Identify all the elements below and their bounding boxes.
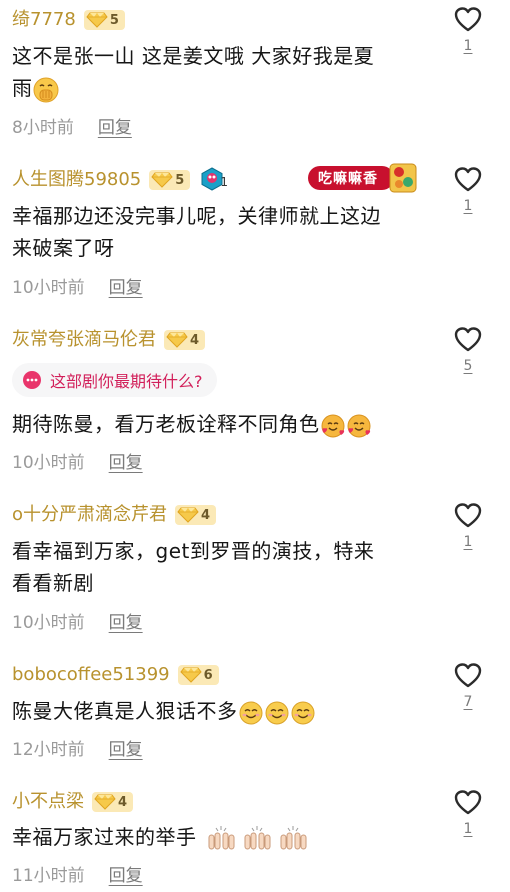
like-heart-icon[interactable] — [454, 166, 482, 194]
comment-text: 看幸福到万家，get到罗晋的演技，特来 看看新剧 — [12, 535, 432, 599]
fan-level-badge: 5 — [83, 10, 125, 30]
fan-level: 4 — [190, 332, 200, 348]
like-count: 1 — [463, 38, 473, 54]
like-heart-icon[interactable] — [454, 789, 482, 817]
comment-text-line-with-emoji: 陈曼大佬真是人狠话不多 — [12, 695, 432, 727]
comment-text-line-with-emoji: 幸福万家过来的举手 — [12, 821, 432, 853]
fan-level-badge: 4 — [92, 792, 134, 812]
gem-icon — [86, 12, 108, 28]
username[interactable]: 小不点梁 — [12, 790, 84, 814]
comment-text-line: 陈曼大佬真是人狠话不多 — [12, 699, 238, 723]
chat-bubble-icon — [23, 371, 41, 389]
fan-level-badge: 4 — [164, 330, 206, 350]
reply-button[interactable]: 回复 — [109, 861, 143, 886]
username[interactable]: bobocoffee51399 — [12, 663, 170, 687]
comment-time: 10小时前 — [12, 452, 85, 473]
gem-icon — [180, 667, 202, 683]
comment-meta: 12小时前 回复 — [12, 735, 143, 760]
comment-meta: 10小时前 回复 — [12, 273, 143, 298]
sticker-text: 吃嘛嘛香 — [318, 171, 378, 187]
topic-prompt-pill[interactable]: 这部剧你最期待什么? — [12, 363, 217, 397]
comment-header: 绮7778 5 — [12, 7, 125, 33]
fan-level-badge: 6 — [177, 665, 219, 685]
like-count: 1 — [463, 198, 473, 214]
like-heart-icon[interactable] — [454, 6, 482, 34]
comment-text-line: 这不是张一山 这是姜文哦 大家好我是夏 — [12, 44, 375, 68]
fan-club-icon: 1 — [200, 167, 228, 193]
like-count: 1 — [463, 534, 473, 550]
face-with-hand-over-mouth-icon — [33, 77, 58, 102]
comment-text: 这不是张一山 这是姜文哦 大家好我是夏 雨 — [12, 40, 432, 104]
comment-header: o十分严肃滴念芹君 4 — [12, 502, 217, 528]
gem-icon — [166, 332, 188, 348]
username[interactable]: 灰常夸张滴马伦君 — [12, 328, 156, 352]
raising-hands-icon — [208, 825, 306, 849]
comment-text: 陈曼大佬真是人狠话不多 — [12, 695, 432, 727]
fan-level: 6 — [203, 667, 213, 683]
gem-icon — [177, 507, 199, 523]
reply-button[interactable]: 回复 — [109, 735, 143, 760]
comment-text-line: 雨 — [12, 76, 33, 100]
reply-button[interactable]: 回复 — [109, 608, 143, 633]
comment-meta: 11小时前 回复 — [12, 861, 143, 886]
comment-text: 幸福万家过来的举手 — [12, 821, 432, 853]
comment-text-line: 看幸福到万家，get到罗晋的演技，特来 — [12, 539, 375, 563]
like-count: 5 — [463, 358, 473, 374]
comment-text: 幸福那边还没完事儿呢，关律师就上这边 来破案了呀 — [12, 200, 432, 264]
username[interactable]: 绮7778 — [12, 8, 76, 32]
comment-meta: 8小时前 回复 — [12, 113, 132, 138]
comment-time: 11小时前 — [12, 865, 85, 886]
fan-level-badge: 5 — [149, 170, 191, 190]
comment-header: bobocoffee51399 6 — [12, 662, 219, 688]
comment-text-line: 期待陈曼，看万老板诠释不同角色 — [12, 412, 320, 436]
gem-icon — [151, 172, 173, 188]
comment-text-line: 看看新剧 — [12, 571, 94, 595]
fan-level: 4 — [201, 507, 211, 523]
reply-button[interactable]: 回复 — [109, 273, 143, 298]
comment-header: 灰常夸张滴马伦君 4 — [12, 327, 206, 353]
reply-button[interactable]: 回复 — [98, 113, 132, 138]
like-heart-icon[interactable] — [454, 662, 482, 690]
username[interactable]: o十分严肃滴念芹君 — [12, 503, 167, 527]
sticker-image: 吃嘛嘛香 — [308, 162, 420, 194]
smiling-face-icon — [239, 701, 314, 724]
gem-icon — [94, 794, 116, 810]
fan-level: 4 — [118, 794, 128, 810]
comment-text-line-with-emoji: 雨 — [12, 72, 432, 104]
comment-text-line: 来破案了呀 — [12, 236, 115, 260]
comment-text-line-with-emoji: 期待陈曼，看万老板诠释不同角色 — [12, 408, 432, 440]
like-count: 1 — [463, 821, 473, 837]
fan-level-badge: 4 — [175, 505, 217, 525]
fan-club-count: 1 — [220, 175, 228, 189]
prompt-text: 这部剧你最期待什么? — [50, 372, 203, 391]
comment-text-line: 幸福那边还没完事儿呢，关律师就上这边 — [12, 204, 381, 228]
username[interactable]: 人生图腾59805 — [12, 168, 141, 192]
comment-time: 8小时前 — [12, 117, 74, 138]
comment-text-line: 幸福万家过来的举手 — [12, 825, 197, 849]
comment-time: 12小时前 — [12, 739, 85, 760]
comment-meta: 10小时前 回复 — [12, 448, 143, 473]
comment-meta: 10小时前 回复 — [12, 608, 143, 633]
like-count: 7 — [463, 694, 473, 710]
fan-level: 5 — [175, 172, 185, 188]
comment-header: 小不点梁 4 — [12, 789, 134, 815]
like-heart-icon[interactable] — [454, 326, 482, 354]
like-heart-icon[interactable] — [454, 502, 482, 530]
fan-level: 5 — [109, 12, 119, 28]
smiling-face-with-hearts-icon — [321, 414, 370, 437]
comment-time: 10小时前 — [12, 612, 85, 633]
comment-header: 人生图腾59805 5 1 — [12, 167, 228, 193]
comment-time: 10小时前 — [12, 277, 85, 298]
reply-button[interactable]: 回复 — [109, 448, 143, 473]
comment-text: 期待陈曼，看万老板诠释不同角色 — [12, 408, 432, 440]
